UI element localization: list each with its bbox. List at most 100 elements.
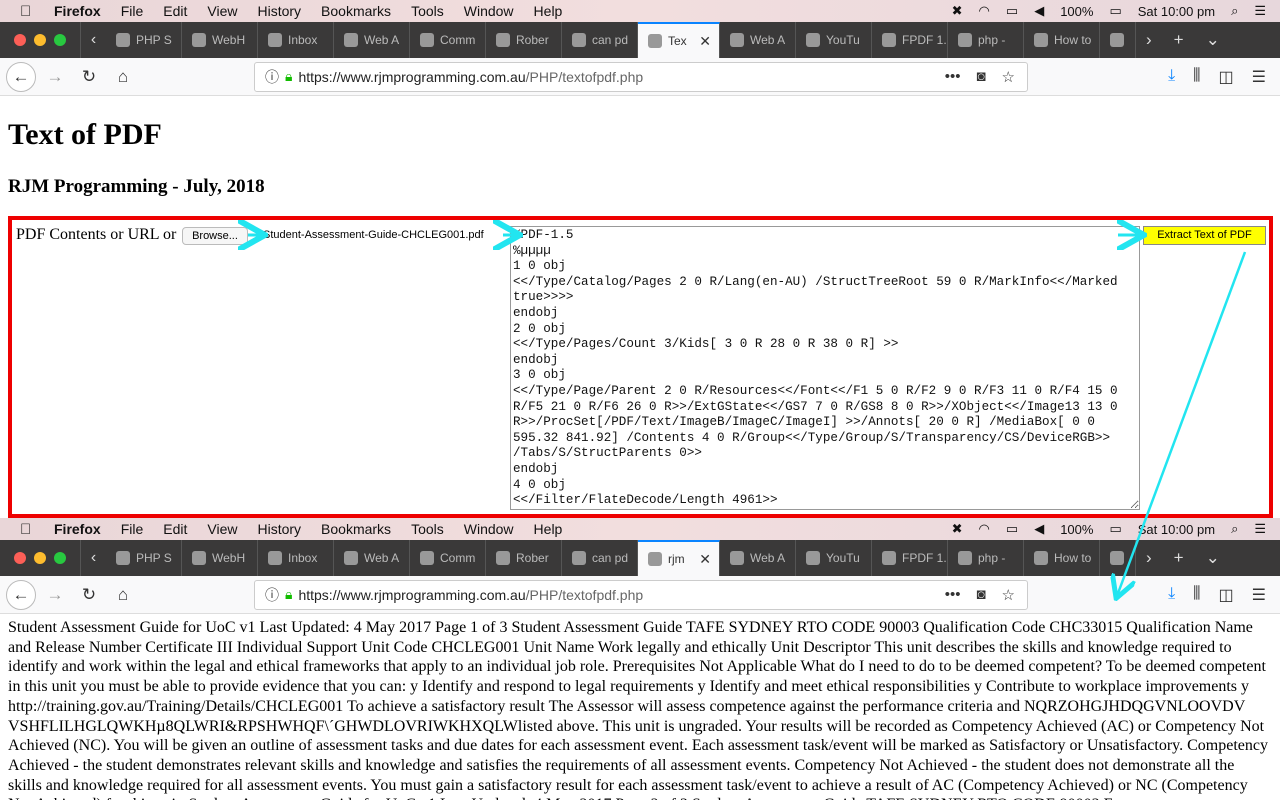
pdf-contents-textarea[interactable]: %PDF-1.5 %µµµµ 1 0 obj <</Type/Catalog/P… (510, 226, 1140, 510)
close-tab-icon[interactable]: ✕ (699, 551, 711, 568)
menu-icon[interactable]: ☰ (1252, 585, 1266, 605)
downloads-icon[interactable]: ⤓ (1168, 67, 1175, 87)
menu-history[interactable]: History (257, 521, 301, 537)
sidebar-icon[interactable]: ◫ (1219, 585, 1234, 605)
antivirus-icon[interactable]: ✖ (952, 3, 963, 19)
home-button[interactable]: ⌂ (108, 580, 138, 610)
tab[interactable]: Rober (486, 540, 562, 576)
zoom-window-button[interactable] (54, 552, 66, 564)
menu-app[interactable]: Firefox (54, 521, 101, 537)
battery-percent[interactable]: 100% (1060, 4, 1093, 19)
page-actions-icon[interactable]: ••• (945, 68, 961, 86)
menu-edit[interactable]: Edit (163, 521, 187, 537)
new-tab-icon[interactable]: + (1174, 548, 1184, 568)
airplay-icon[interactable]: ▭ (1006, 3, 1018, 19)
scroll-tabs-right-icon[interactable]: › (1146, 30, 1152, 50)
tab[interactable]: How to (1024, 22, 1100, 58)
sidebar-icon[interactable]: ◫ (1219, 67, 1234, 87)
tab[interactable]: rjm ✕ (638, 540, 720, 576)
volume-icon[interactable]: ◀ (1034, 3, 1044, 19)
menu-window[interactable]: Window (464, 521, 514, 537)
menu-bookmarks[interactable]: Bookmarks (321, 521, 391, 537)
apple-icon[interactable]:  (20, 521, 36, 538)
minimize-window-button[interactable] (34, 34, 46, 46)
pocket-icon[interactable]: ◙ (976, 68, 985, 86)
downloads-icon[interactable]: ⤓ (1168, 585, 1175, 605)
scroll-tabs-left-icon[interactable]: ‹ (80, 540, 106, 576)
tab[interactable]: PHP S (106, 540, 182, 576)
back-button[interactable]: ← (6, 579, 36, 610)
extract-text-button[interactable]: Extract Text of PDF (1143, 226, 1266, 245)
library-icon[interactable]: ⫼ (1193, 585, 1200, 605)
home-button[interactable]: ⌂ (108, 62, 138, 92)
menu-history[interactable]: History (257, 3, 301, 19)
menu-bookmarks[interactable]: Bookmarks (321, 3, 391, 19)
list-tabs-icon[interactable]: ⌄ (1206, 548, 1220, 568)
tab[interactable]: Tex ✕ (638, 22, 720, 58)
notification-center-icon[interactable]: ☰ (1254, 521, 1266, 537)
tab[interactable]: can pd (562, 540, 638, 576)
menu-file[interactable]: File (121, 521, 144, 537)
tab[interactable]: Inbox (258, 540, 334, 576)
clock[interactable]: Sat 10:00 pm (1138, 4, 1215, 19)
library-icon[interactable]: ⫼ (1193, 67, 1200, 87)
menu-icon[interactable]: ☰ (1252, 67, 1266, 87)
spotlight-icon[interactable]: ⌕ (1231, 3, 1238, 19)
tab[interactable] (1100, 22, 1136, 58)
wifi-icon[interactable]: ◠ (979, 521, 990, 537)
tab[interactable]: Inbox (258, 22, 334, 58)
close-tab-icon[interactable]: ✕ (699, 33, 711, 50)
tab[interactable]: Rober (486, 22, 562, 58)
close-window-button[interactable] (14, 34, 26, 46)
menu-tools[interactable]: Tools (411, 3, 444, 19)
menu-help[interactable]: Help (534, 521, 563, 537)
page-actions-icon[interactable]: ••• (945, 586, 961, 604)
menu-edit[interactable]: Edit (163, 3, 187, 19)
menu-view[interactable]: View (207, 521, 237, 537)
scroll-tabs-left-icon[interactable]: ‹ (80, 22, 106, 58)
url-bar[interactable]: ⓘ 🔒︎ https://www.rjmprogramming.com.au/P… (254, 579, 1028, 610)
tab[interactable]: php - (948, 22, 1024, 58)
minimize-window-button[interactable] (34, 552, 46, 564)
browse-button[interactable]: Browse... (182, 227, 248, 245)
tab[interactable] (1100, 540, 1136, 576)
tab[interactable]: php - (948, 540, 1024, 576)
back-button[interactable]: ← (6, 61, 36, 92)
reload-button[interactable]: ↻ (74, 580, 104, 610)
tab[interactable]: Comm (410, 540, 486, 576)
menu-help[interactable]: Help (534, 3, 563, 19)
tab[interactable]: can pd (562, 22, 638, 58)
tab[interactable]: PHP S (106, 22, 182, 58)
tab[interactable]: YouTu (796, 22, 872, 58)
tab[interactable]: YouTu (796, 540, 872, 576)
tab[interactable]: Web A (334, 22, 410, 58)
battery-icon[interactable]: ▭ (1109, 3, 1121, 19)
tab[interactable]: Comm (410, 22, 486, 58)
tab[interactable]: How to (1024, 540, 1100, 576)
menu-window[interactable]: Window (464, 3, 514, 19)
clock[interactable]: Sat 10:00 pm (1138, 522, 1215, 537)
battery-percent[interactable]: 100% (1060, 522, 1093, 537)
bookmark-star-icon[interactable]: ☆ (1002, 586, 1015, 604)
battery-icon[interactable]: ▭ (1109, 521, 1121, 537)
info-icon[interactable]: ⓘ (265, 67, 279, 87)
tab[interactable]: FPDF 1.81 (872, 22, 948, 58)
close-window-button[interactable] (14, 552, 26, 564)
scroll-tabs-right-icon[interactable]: › (1146, 548, 1152, 568)
antivirus-icon[interactable]: ✖ (952, 521, 963, 537)
menu-tools[interactable]: Tools (411, 521, 444, 537)
tab[interactable]: WebH (182, 540, 258, 576)
menu-view[interactable]: View (207, 3, 237, 19)
menu-file[interactable]: File (121, 3, 144, 19)
info-icon[interactable]: ⓘ (265, 585, 279, 605)
tab[interactable]: FPDF 1.81 (872, 540, 948, 576)
tab[interactable]: Web A (334, 540, 410, 576)
forward-button[interactable]: → (40, 580, 70, 610)
pocket-icon[interactable]: ◙ (976, 586, 985, 604)
menu-app[interactable]: Firefox (54, 3, 101, 19)
lock-icon[interactable]: 🔒︎ (285, 586, 292, 603)
spotlight-icon[interactable]: ⌕ (1231, 521, 1238, 537)
url-bar[interactable]: ⓘ 🔒︎ https://www.rjmprogramming.com.au/P… (254, 61, 1028, 92)
reload-button[interactable]: ↻ (74, 62, 104, 92)
tab[interactable]: WebH (182, 22, 258, 58)
